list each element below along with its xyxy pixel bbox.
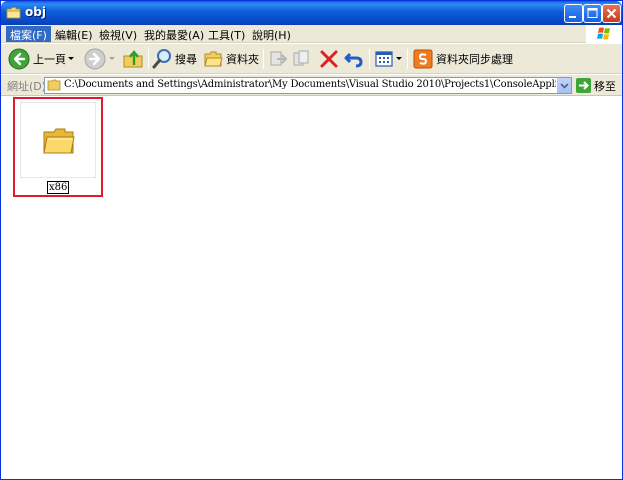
folder-icon	[47, 79, 61, 91]
back-button[interactable]: 上一頁	[8, 47, 66, 71]
explorer-window: obj 檔案(F) 編輯(E) 檢視(V) 我的最愛(A) 工具(T) 說明(H…	[0, 0, 623, 480]
copy-to-button[interactable]	[292, 47, 312, 71]
folders-button[interactable]: 資料夾	[203, 47, 259, 71]
undo-icon	[344, 52, 363, 68]
chevron-down-icon	[68, 57, 74, 60]
toolbar-separator	[407, 49, 408, 69]
move-to-icon	[270, 51, 288, 66]
chevron-down-icon	[109, 57, 115, 60]
search-label: 搜尋	[175, 53, 197, 66]
address-label: 網址(D)	[7, 80, 47, 93]
title-bar[interactable]: obj	[1, 1, 622, 25]
search-icon	[152, 49, 171, 69]
menu-tools[interactable]: 工具(T)	[204, 26, 249, 42]
standard-toolbar: 上一頁 搜尋 資料夾 資料夾同步處理	[1, 44, 622, 74]
forward-dropdown[interactable]	[109, 47, 115, 71]
file-list-pane[interactable]: x86	[1, 97, 622, 479]
folder-thumbnail	[20, 102, 96, 178]
views-dropdown[interactable]	[396, 47, 402, 71]
menu-view[interactable]: 檢視(V)	[95, 26, 141, 42]
back-dropdown[interactable]	[68, 47, 74, 71]
toolbar-separator	[369, 49, 370, 69]
views-icon	[375, 51, 393, 67]
sync-label: 資料夾同步處理	[436, 53, 513, 66]
minimize-button[interactable]	[564, 4, 583, 23]
menu-edit[interactable]: 編輯(E)	[51, 26, 97, 42]
folder-icon	[43, 128, 75, 154]
folder-icon	[6, 7, 21, 19]
go-arrow-icon	[576, 78, 591, 93]
back-label: 上一頁	[33, 53, 66, 66]
move-to-button[interactable]	[268, 47, 288, 71]
menu-file[interactable]: 檔案(F)	[6, 26, 51, 42]
delete-icon	[320, 50, 338, 68]
toolbar-separator	[148, 49, 149, 69]
minimize-icon	[569, 16, 576, 18]
folder-icon	[204, 51, 223, 67]
chevron-down-icon	[396, 57, 402, 60]
address-bar: 網址(D) C:\Documents and Settings\Administ…	[1, 75, 622, 96]
delete-button[interactable]	[319, 47, 339, 71]
up-folder-icon	[123, 50, 143, 68]
menu-help[interactable]: 說明(H)	[248, 26, 295, 42]
folder-sync-button[interactable]: 資料夾同步處理	[413, 47, 513, 71]
search-button[interactable]: 搜尋	[152, 47, 197, 71]
sync-icon	[413, 49, 433, 69]
copy-to-icon	[293, 50, 309, 66]
window-title: obj	[25, 5, 46, 19]
go-button[interactable]: 移至	[576, 77, 616, 94]
windows-logo-icon	[586, 25, 622, 43]
back-arrow-icon	[8, 48, 30, 70]
close-button[interactable]	[602, 4, 621, 23]
undo-button[interactable]	[344, 47, 364, 71]
address-input[interactable]: C:\Documents and Settings\Administrator\…	[44, 77, 572, 94]
forward-button[interactable]	[84, 47, 106, 71]
toolbar-separator	[263, 49, 264, 69]
folder-name: x86	[47, 181, 70, 194]
menu-favorites[interactable]: 我的最愛(A)	[140, 26, 208, 42]
chevron-down-icon	[560, 83, 569, 89]
address-value: C:\Documents and Settings\Administrator\…	[64, 79, 571, 90]
folders-label: 資料夾	[226, 53, 259, 66]
folder-item-x86[interactable]: x86	[13, 97, 103, 197]
forward-arrow-icon	[84, 48, 106, 70]
go-label: 移至	[594, 79, 616, 93]
address-dropdown-button[interactable]	[556, 78, 571, 93]
menu-bar: 檔案(F) 編輯(E) 檢視(V) 我的最愛(A) 工具(T) 說明(H)	[1, 25, 622, 43]
maximize-button[interactable]	[583, 4, 602, 23]
up-folder-button[interactable]	[122, 47, 144, 71]
maximize-icon	[587, 8, 598, 18]
close-icon	[606, 8, 617, 19]
views-button[interactable]	[374, 47, 394, 71]
